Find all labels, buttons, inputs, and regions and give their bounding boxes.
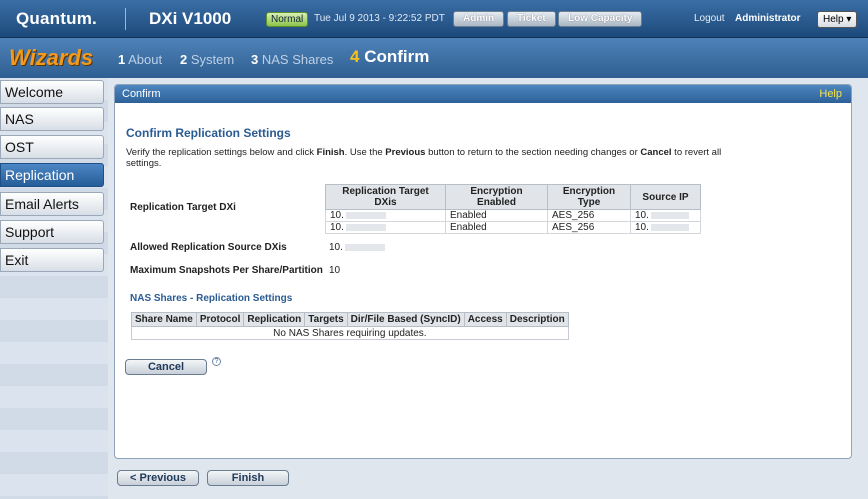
redacted-ip bbox=[650, 211, 689, 219]
step-number: 2 bbox=[180, 52, 188, 67]
nas-shares-section-title: NAS Shares - Replication Settings bbox=[130, 293, 293, 304]
step-label: NAS Shares bbox=[261, 52, 334, 67]
column-header: Replication Target DXis bbox=[325, 184, 446, 210]
redacted-ip bbox=[345, 211, 386, 219]
column-header: Targets bbox=[304, 312, 348, 327]
max-snapshots-label: Maximum Snapshots Per Share/Partition bbox=[130, 265, 323, 276]
column-header: Encryption Type bbox=[547, 184, 631, 210]
desc-cancel: Cancel bbox=[640, 147, 672, 158]
product-name: DX⁠i V1000 bbox=[149, 9, 232, 28]
panel-header-title: Confirm bbox=[122, 88, 161, 100]
sidebar-item-welcome[interactable]: Welcome bbox=[0, 80, 104, 104]
step-label: Confirm bbox=[364, 47, 430, 66]
help-question-icon[interactable]: ? bbox=[212, 357, 221, 366]
desc-finish: Finish bbox=[316, 147, 345, 158]
allowed-source-label: Allowed Replication Source DXis bbox=[130, 242, 287, 253]
wizards-title: Wizards bbox=[9, 45, 94, 70]
sidebar-item-nas[interactable]: NAS bbox=[0, 107, 104, 131]
page-title: Confirm Replication Settings bbox=[126, 126, 291, 140]
sidebar: Welcome NAS OST Replication Email Alerts… bbox=[0, 78, 108, 499]
column-header: Access bbox=[463, 312, 507, 327]
max-snapshots-value: 10 bbox=[329, 265, 341, 276]
replication-target-table: Replication Target DXis Encryption Enabl… bbox=[325, 184, 701, 234]
quantum-logo: Quantum. bbox=[16, 9, 97, 28]
allowed-source-value: 10. bbox=[329, 242, 385, 253]
previous-button[interactable]: < Previous bbox=[117, 470, 199, 486]
panel-help-link[interactable]: Help bbox=[819, 85, 842, 103]
status-badge[interactable]: Normal bbox=[266, 12, 309, 27]
cancel-button[interactable]: Cancel bbox=[125, 359, 207, 375]
table-cell: 10. bbox=[325, 221, 446, 234]
source-ip: 10. bbox=[635, 222, 649, 233]
table-cell: AES_256 bbox=[547, 221, 631, 234]
step-number: 4 bbox=[350, 47, 360, 66]
sidebar-item-replication[interactable]: Replication bbox=[0, 163, 104, 187]
table-header-row: Replication Target DXis Encryption Enabl… bbox=[325, 184, 701, 210]
table-cell: 10. bbox=[630, 221, 701, 234]
table-row: 10. Enabled AES_256 10. bbox=[325, 209, 701, 222]
confirm-panel: Confirm Help Confirm Replication Setting… bbox=[114, 84, 852, 459]
wizard-step-system[interactable]: 2 System bbox=[180, 52, 234, 67]
step-number: 1 bbox=[118, 52, 126, 67]
sidebar-item-support[interactable]: Support bbox=[0, 220, 104, 244]
table-row: No NAS Shares requiring updates. bbox=[131, 326, 569, 340]
allowed-source-ip: 10. bbox=[329, 242, 343, 253]
top-bar: Quantum. DX⁠i V1000 Normal Tue Jul 9 201… bbox=[0, 0, 868, 38]
target-ip: 10. bbox=[330, 210, 344, 221]
empty-message: No NAS Shares requiring updates. bbox=[131, 326, 569, 340]
desc-text: button to return to the section needing … bbox=[425, 147, 641, 158]
table-row: 10. Enabled AES_256 10. bbox=[325, 221, 701, 234]
current-user: Administrator bbox=[735, 13, 801, 24]
table-cell: AES_256 bbox=[547, 209, 631, 222]
desc-text: Verify the replication settings below an… bbox=[126, 147, 317, 158]
sidebar-item-exit[interactable]: Exit bbox=[0, 248, 104, 272]
instructions-text: Verify the replication settings below an… bbox=[126, 147, 726, 169]
nas-shares-table: Share Name Protocol Replication Targets … bbox=[131, 312, 569, 340]
low-capacity-button[interactable]: Low Capacity bbox=[558, 11, 643, 27]
desc-text: . Use the bbox=[344, 147, 386, 158]
sidebar-item-email-alerts[interactable]: Email Alerts bbox=[0, 192, 104, 216]
step-label: System bbox=[190, 52, 235, 67]
table-cell: 10. bbox=[325, 209, 446, 222]
step-number: 3 bbox=[251, 52, 259, 67]
step-label: About bbox=[128, 52, 163, 67]
column-header: Share Name bbox=[131, 312, 197, 327]
column-header: Source IP bbox=[630, 184, 701, 210]
wizard-step-nas-shares[interactable]: 3 NAS Shares bbox=[251, 52, 333, 67]
wizard-step-confirm[interactable]: 4 Confirm bbox=[350, 47, 429, 67]
replication-target-label: Replication Target DXi bbox=[130, 202, 236, 213]
column-header: Replication bbox=[243, 312, 306, 327]
column-header: Dir/File Based (SyncID) bbox=[346, 312, 465, 327]
column-header: Protocol bbox=[195, 312, 245, 327]
table-cell: Enabled bbox=[445, 221, 548, 234]
sidebar-item-ost[interactable]: OST bbox=[0, 135, 104, 159]
table-header-row: Share Name Protocol Replication Targets … bbox=[131, 312, 569, 327]
logo-divider bbox=[125, 8, 126, 30]
admin-button[interactable]: Admin bbox=[453, 11, 505, 27]
source-ip: 10. bbox=[635, 210, 649, 221]
ticket-button[interactable]: Ticket bbox=[507, 11, 556, 27]
wizard-bar: Wizards 1 About 2 System 3 NAS Shares 4 … bbox=[0, 38, 868, 78]
panel-header: Confirm Help bbox=[115, 85, 851, 103]
desc-previous: Previous bbox=[385, 147, 426, 158]
column-header: Encryption Enabled bbox=[445, 184, 548, 210]
logout-link[interactable]: Logout bbox=[694, 13, 725, 24]
help-menu-button[interactable]: Help ▾ bbox=[817, 11, 858, 28]
finish-button[interactable]: Finish bbox=[207, 470, 289, 486]
redacted-ip bbox=[650, 223, 689, 231]
redacted-ip bbox=[344, 243, 385, 251]
column-header: Description bbox=[505, 312, 569, 327]
table-cell: Enabled bbox=[445, 209, 548, 222]
wizard-step-about[interactable]: 1 About bbox=[118, 52, 162, 67]
target-ip: 10. bbox=[330, 222, 344, 233]
system-datetime: Tue Jul 9 2013 - 9:22:52 PDT bbox=[314, 13, 445, 24]
table-cell: 10. bbox=[630, 209, 701, 222]
redacted-ip bbox=[345, 223, 386, 231]
